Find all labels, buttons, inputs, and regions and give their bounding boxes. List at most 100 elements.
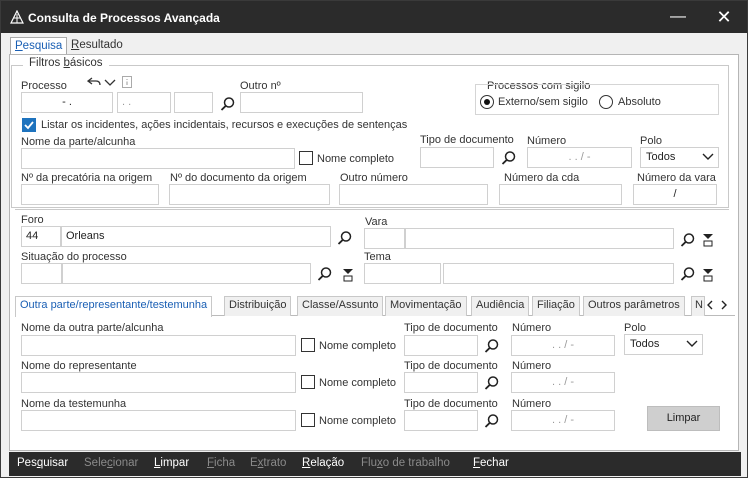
listar-incidentes-checkbox[interactable] <box>22 118 36 132</box>
nome-outra-parte-input[interactable] <box>21 335 296 356</box>
filter-clear-icon[interactable] <box>702 267 714 283</box>
filter-clear-icon[interactable] <box>702 232 714 248</box>
action-bar: Pesquisar Selecionar Limpar Ficha Extrat… <box>9 452 741 476</box>
tab-audiencia[interactable]: Audiência <box>471 296 530 316</box>
nome-completo-rep-checkbox[interactable] <box>301 375 315 389</box>
processo-number-input[interactable]: - . <box>21 92 113 113</box>
chevron-down-icon[interactable] <box>104 78 116 88</box>
info-icon[interactable] <box>122 76 132 88</box>
tema-label: Tema <box>364 251 391 263</box>
secondary-tabs: Outra parte/representante/testemunha Dis… <box>15 296 735 317</box>
nome-completo-outra-checkbox[interactable] <box>301 338 315 352</box>
vara-code-input[interactable] <box>364 228 405 249</box>
relacao-button[interactable]: Relação <box>302 457 344 469</box>
radio-externo-sem-sigilo[interactable] <box>480 95 494 109</box>
outro-numero-input[interactable] <box>339 184 488 205</box>
listar-incidentes-label: Listar os incidentes, ações incidentais,… <box>41 119 408 131</box>
vara-label: Vara <box>365 216 388 228</box>
search-icon[interactable] <box>680 266 696 282</box>
numero-rep-label: Número <box>512 360 552 372</box>
numero-vara-input[interactable]: / <box>633 184 717 205</box>
tema-name-input[interactable] <box>443 263 674 284</box>
numero-cda-input[interactable] <box>499 184 622 205</box>
nome-parte-input[interactable] <box>21 148 295 169</box>
search-icon[interactable] <box>317 266 333 282</box>
undo-icon[interactable] <box>87 76 101 88</box>
nome-representante-label: Nome do representante <box>21 360 137 372</box>
search-icon[interactable] <box>484 413 500 429</box>
situacao-code-input[interactable] <box>21 263 62 284</box>
polo-select[interactable]: Todos <box>640 147 719 168</box>
processo-number-input-2[interactable]: . . <box>117 92 171 113</box>
nome-completo-checkbox[interactable] <box>299 151 313 165</box>
fluxo-trabalho-button[interactable]: Fluxo de trabalho <box>361 457 450 469</box>
numero-label: Número <box>527 135 567 147</box>
nome-completo-test-checkbox[interactable] <box>301 413 315 427</box>
nome-outra-parte-label: Nome da outra parte/alcunha <box>21 322 164 334</box>
situacao-label: Situação do processo <box>21 251 127 263</box>
nome-parte-label: Nome da parte/alcunha <box>21 136 136 148</box>
tab-scroll-right-icon[interactable] <box>719 300 729 310</box>
selecionar-button[interactable]: Selecionar <box>84 457 138 469</box>
filter-clear-icon[interactable] <box>342 267 354 283</box>
tab-movimentacao[interactable]: Movimentação <box>385 296 467 316</box>
polo-outra-select[interactable]: Todos <box>624 334 703 355</box>
foro-code-input[interactable]: 44 <box>21 226 61 247</box>
polo-outra-label: Polo <box>624 322 647 334</box>
tipo-documento-test-input[interactable] <box>404 410 478 431</box>
limpar-button[interactable]: Limpar <box>647 406 720 431</box>
ficha-button[interactable]: Ficha <box>207 457 235 469</box>
tab-overflow[interactable]: N <box>691 296 705 316</box>
tipo-documento-label: Tipo de documento <box>420 134 514 146</box>
numero-outra-input[interactable]: . . / - <box>511 335 615 356</box>
foro-name-input[interactable]: Orleans <box>61 226 331 247</box>
nome-testemunha-label: Nome da testemunha <box>21 398 127 410</box>
minimize-button[interactable]: — <box>655 1 701 33</box>
search-icon[interactable] <box>220 96 236 112</box>
radio-absoluto[interactable] <box>599 95 613 109</box>
tab-classe-assunto[interactable]: Classe/Assunto <box>297 296 384 316</box>
tab-pesquisa[interactable]: Pesquisa <box>10 37 68 54</box>
numero-documento-input[interactable]: . . / - <box>527 147 632 168</box>
title-bar: Consulta de Processos Avançada — ✕ <box>1 1 747 33</box>
tipo-documento-input[interactable] <box>420 147 494 168</box>
vara-name-input[interactable] <box>405 228 674 249</box>
nome-completo-outra-label: Nome completo <box>319 340 397 352</box>
outro-numero-label: Outro número <box>340 172 408 184</box>
numero-vara-label: Número da vara <box>637 172 716 184</box>
tab-distribuicao[interactable]: Distribuição <box>224 296 292 316</box>
outro-numero-processo-input[interactable] <box>240 92 363 113</box>
tab-resultado[interactable]: Resultado <box>67 37 127 54</box>
search-icon[interactable] <box>680 232 696 248</box>
tab-filiacao[interactable]: Filiação <box>532 296 580 316</box>
tipo-documento-outra-input[interactable] <box>404 335 478 356</box>
polo-select-value: Todos <box>646 151 676 163</box>
numero-rep-input[interactable]: . . / - <box>511 372 615 393</box>
fechar-button[interactable]: Fechar <box>473 457 509 469</box>
precatoria-input[interactable] <box>21 184 159 205</box>
processo-number-input-3[interactable] <box>174 92 213 113</box>
extrato-button[interactable]: Extrato <box>250 457 286 469</box>
nome-completo-rep-label: Nome completo <box>319 377 397 389</box>
pesquisar-button[interactable]: Pesquisar <box>17 457 68 469</box>
limpar-action-button[interactable]: Limpar <box>154 457 189 469</box>
search-icon[interactable] <box>484 338 500 354</box>
tema-code-input[interactable] <box>364 263 441 284</box>
numero-test-label: Número <box>512 398 552 410</box>
nome-testemunha-input[interactable] <box>21 410 296 431</box>
app-logo-icon <box>10 10 24 24</box>
doc-origem-input[interactable] <box>169 184 330 205</box>
situacao-name-input[interactable] <box>62 263 311 284</box>
search-icon[interactable] <box>501 150 517 166</box>
tab-scroll-left-icon[interactable] <box>705 300 715 310</box>
numero-test-input[interactable]: . . / - <box>511 410 615 431</box>
search-icon[interactable] <box>484 375 500 391</box>
tab-outros-parametros[interactable]: Outros parâmetros <box>583 296 685 316</box>
tipo-documento-rep-input[interactable] <box>404 372 478 393</box>
tab-outra-parte[interactable]: Outra parte/representante/testemunha <box>15 296 213 317</box>
nome-representante-input[interactable] <box>21 372 296 393</box>
nome-completo-label: Nome completo <box>317 153 395 165</box>
search-icon[interactable] <box>337 230 353 246</box>
close-button[interactable]: ✕ <box>701 1 747 33</box>
outro-numero-processo-label: Outro nº <box>240 80 281 92</box>
